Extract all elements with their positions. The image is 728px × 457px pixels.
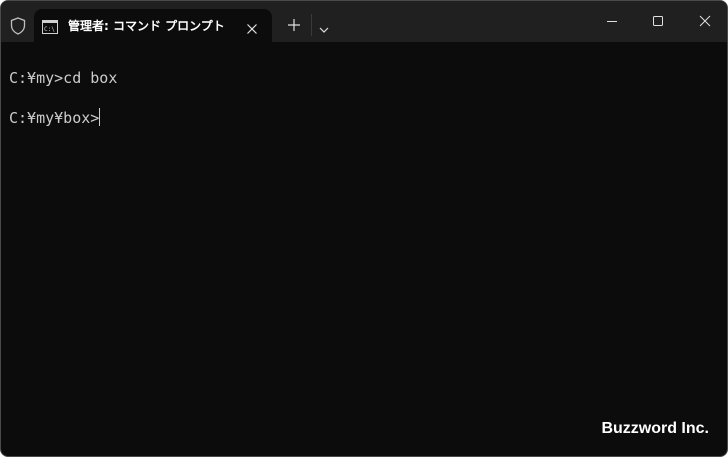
chevron-down-icon[interactable] <box>318 20 330 33</box>
plus-icon[interactable] <box>286 17 302 33</box>
watermark: Buzzword Inc. <box>601 420 709 437</box>
maximize-button[interactable] <box>635 1 681 42</box>
console-output[interactable]: C:¥my>cd box C:¥my¥box> <box>9 59 719 439</box>
terminal-window: C:\ 管理者: コマンド プロンプト C:¥my>cd box C:¥my¥b… <box>0 0 728 457</box>
title-bar: C:\ 管理者: コマンド プロンプト <box>1 1 727 42</box>
shield-icon <box>10 17 26 35</box>
prompt-text: C:¥my¥box> <box>9 109 100 127</box>
console-line: C:¥my>cd box <box>9 69 118 87</box>
svg-text:C:\: C:\ <box>44 26 55 33</box>
tab-title: 管理者: コマンド プロンプト <box>68 19 225 33</box>
tab-command-prompt[interactable]: C:\ 管理者: コマンド プロンプト <box>34 9 272 42</box>
cmd-icon: C:\ <box>42 19 58 34</box>
close-icon[interactable] <box>246 20 258 34</box>
close-icon <box>699 15 711 27</box>
close-window-button[interactable] <box>682 1 727 42</box>
maximize-icon <box>653 16 663 26</box>
minimize-button[interactable] <box>589 1 635 42</box>
console-line-prompt: C:¥my¥box> <box>9 108 101 127</box>
text-cursor <box>99 108 101 126</box>
tab-separator <box>311 14 312 36</box>
minimize-icon <box>607 21 617 22</box>
